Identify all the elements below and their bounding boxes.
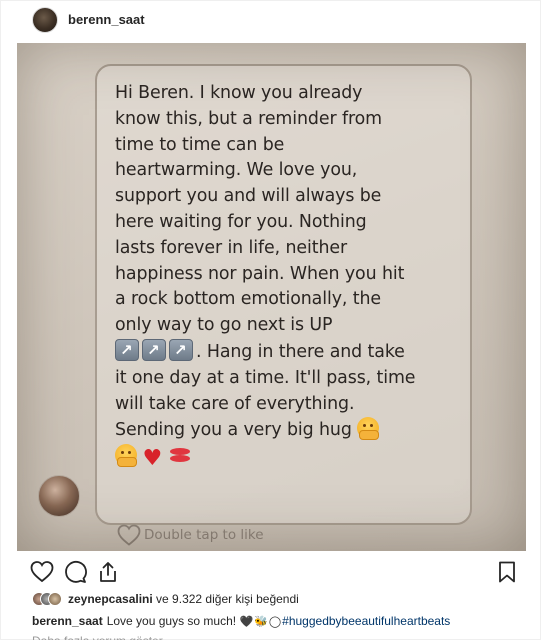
likes-text[interactable]: zeynepcasalini ve 9.322 diğer kişi beğen… <box>68 592 299 606</box>
likes-summary: zeynepcasalini ve 9.322 diğer kişi beğen… <box>1 589 541 609</box>
likes-count-text[interactable]: ve 9.322 diğer kişi beğendi <box>153 592 299 606</box>
message-line-arrow-text: . Hang in there and take <box>196 341 405 362</box>
up-right-arrow-icon <box>142 338 166 361</box>
message-line: a rock bottom emotionally, the <box>115 289 381 310</box>
liker-avatar[interactable] <box>48 592 62 606</box>
double-tap-label: Double tap to like <box>144 527 264 543</box>
up-right-arrow-icon <box>169 338 193 361</box>
caption-text: Love you guys so much! <box>106 614 237 628</box>
hug-emoji-icon <box>115 444 137 468</box>
message-line: time to time can be <box>115 134 285 155</box>
share-button[interactable] <box>96 560 120 584</box>
red-heart-icon: ♥ <box>142 446 163 472</box>
profile-avatar[interactable] <box>32 7 58 33</box>
message-line: here waiting for you. Nothing <box>115 211 367 232</box>
liker-username[interactable]: zeynepcasalini <box>68 592 153 606</box>
message-line: Hi Beren. I know you already <box>115 83 363 103</box>
message-line: know this, but a reminder from <box>115 108 383 129</box>
post-actions <box>1 557 541 587</box>
save-button[interactable] <box>495 560 519 584</box>
caption-username[interactable]: berenn_saat <box>32 614 103 628</box>
message-line: it one day at a time. It'll pass, time <box>115 367 416 388</box>
message-line: heartwarming. We love you, <box>115 160 358 181</box>
like-button[interactable] <box>30 560 54 584</box>
heart-outline-icon <box>117 524 141 546</box>
post-caption: berenn_saat Love you guys so much! 🖤🐝◯#hu… <box>32 614 450 628</box>
message-line: will take care of everything. <box>115 393 355 414</box>
caption-hashtag[interactable]: #huggedbybeeautifulheartbeats <box>282 614 450 628</box>
message-line: lasts forever in life, neither <box>115 237 348 258</box>
message-line: only way to go next is UP <box>115 315 333 336</box>
post-header: berenn_saat <box>1 1 541 41</box>
sender-avatar <box>38 475 80 517</box>
double-tap-hint: Double tap to like <box>117 524 264 546</box>
caption-emojis: 🖤🐝◯ <box>239 616 283 628</box>
post-username[interactable]: berenn_saat <box>68 12 145 27</box>
message-text: Hi Beren. I know you already know this, … <box>115 81 461 471</box>
message-line: support you and will always be <box>115 186 382 207</box>
message-line: happiness nor pain. When you hit <box>115 263 405 284</box>
message-line-arrows: . Hang in there and take <box>115 338 461 366</box>
message-line-emojis: ♥ <box>115 444 461 471</box>
instagram-post: berenn_saat Hi Beren. I know you already… <box>0 0 541 640</box>
post-image[interactable]: Hi Beren. I know you already know this, … <box>17 43 526 551</box>
up-right-arrow-icon <box>115 338 139 361</box>
message-line-hug: Sending you a very big hug <box>115 417 461 444</box>
comment-button[interactable] <box>63 560 87 584</box>
comments-preview[interactable]: Daha fazla yorum göster <box>32 632 163 640</box>
hug-emoji-icon <box>357 417 380 441</box>
kiss-lips-icon <box>168 448 192 463</box>
hug-line-text: Sending you a very big hug <box>115 420 352 441</box>
